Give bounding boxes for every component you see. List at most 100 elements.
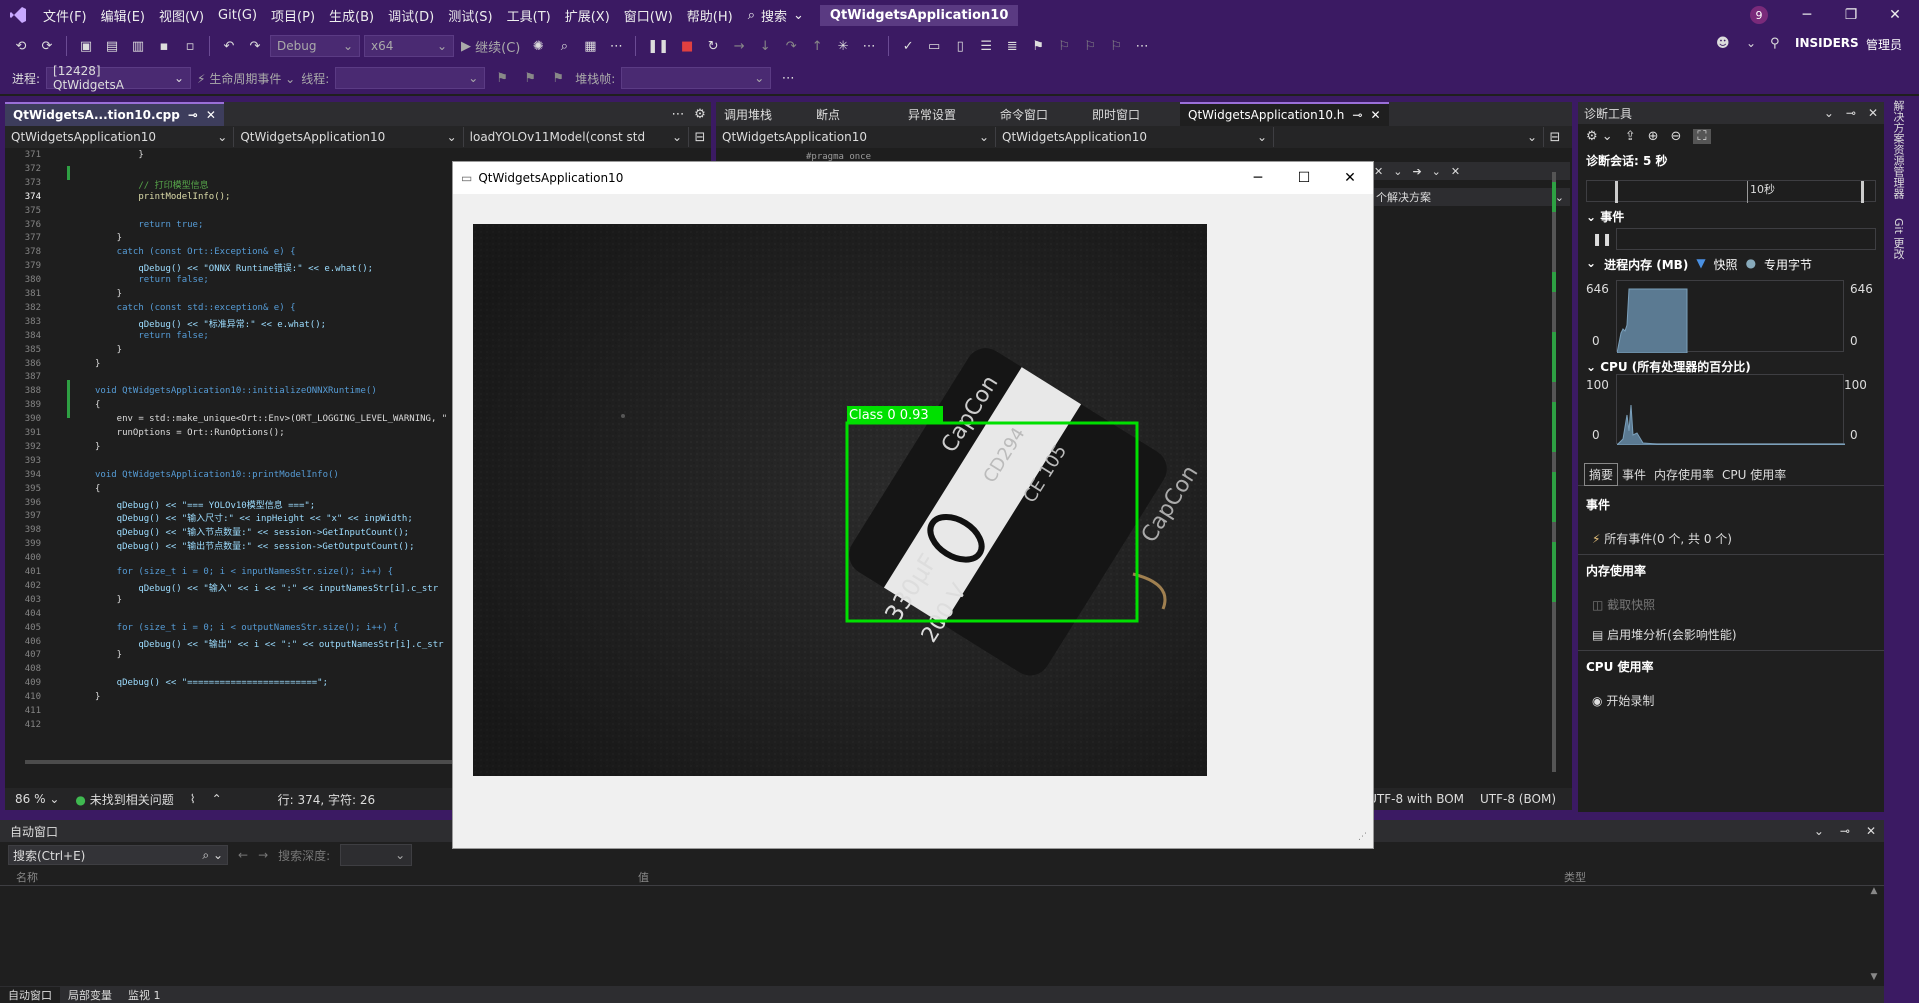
memory-graph[interactable] (1616, 280, 1844, 354)
menu-help[interactable]: 帮助(H) (680, 6, 740, 25)
encoding-label[interactable]: UTF-8 with BOM (1368, 792, 1464, 806)
resize-grip-icon[interactable]: ⋰ (1358, 832, 1367, 842)
column-name[interactable]: 名称 (0, 869, 634, 885)
find-icon[interactable]: ⌕ (553, 34, 575, 58)
process-select[interactable]: [12428] QtWidgetsA ⌄ (46, 64, 192, 92)
share-icon[interactable]: ⚲ (1770, 36, 1780, 51)
search-menu[interactable]: ⌕ 搜索 ⌄ (748, 6, 804, 25)
issues-indicator[interactable]: ● 未找到相关问题 (75, 791, 173, 808)
encoding-detail[interactable]: UTF-8 (BOM) (1480, 792, 1556, 806)
split-icon[interactable]: ⊟ (1544, 125, 1566, 149)
maximize-icon[interactable]: ❐ (1829, 0, 1873, 30)
split-icon[interactable]: ⊟ (689, 125, 711, 149)
git-changes-tab[interactable]: Git 更改 (1890, 218, 1906, 259)
zoom-in-icon[interactable]: ⊕ (1648, 129, 1659, 144)
tab-events[interactable]: 事件 (1618, 464, 1650, 485)
diagnostics-icon[interactable]: ✳ (832, 34, 854, 58)
tab-watch[interactable]: 监视 1 (120, 987, 169, 1003)
chevron-down-icon[interactable]: ⌄ (1814, 824, 1824, 838)
flag-icon[interactable]: ⚑ (491, 66, 513, 90)
menu-extensions[interactable]: 扩展(X) (558, 6, 617, 25)
column-value[interactable]: 值 (634, 869, 1560, 885)
solution-explorer-tab[interactable]: 解决方案资源管理器 (1890, 100, 1906, 199)
events-section[interactable]: ⌄ 事件 (1586, 208, 1624, 225)
platform-select[interactable]: x64 ⌄ (364, 35, 454, 57)
nav-project-select[interactable]: QtWidgetsApplication10 ⌄ (5, 127, 235, 147)
menu-tools[interactable]: 工具(T) (500, 6, 558, 25)
save-icon[interactable]: ▪ (153, 34, 175, 58)
chevron-up-icon[interactable]: ⌃ (212, 792, 222, 806)
column-type[interactable]: 类型 (1560, 869, 1586, 885)
pause-icon[interactable]: ❚❚ (1592, 232, 1612, 246)
forward-icon[interactable]: → (258, 848, 268, 862)
spellcheck-icon[interactable]: ✓ (897, 34, 919, 58)
notification-badge[interactable]: 9 (1750, 6, 1768, 24)
more-icon[interactable]: ⋯ (777, 66, 799, 90)
open-icon[interactable]: ▥ (127, 34, 149, 58)
menu-test[interactable]: 测试(S) (441, 6, 499, 25)
menu-git[interactable]: Git(G) (211, 8, 264, 23)
qt-minimize-icon[interactable]: ─ (1235, 162, 1281, 194)
menu-build[interactable]: 生成(B) (322, 6, 381, 25)
more-icon[interactable]: ⋯ (605, 34, 627, 58)
stop-icon[interactable]: ■ (676, 34, 698, 58)
redo-icon[interactable]: ↷ (244, 34, 266, 58)
uncomment-icon[interactable]: ▯ (949, 34, 971, 58)
chevron-down-icon[interactable]: ⌄ (1393, 165, 1402, 178)
tab-immediate-window[interactable]: 即时窗口 (1084, 102, 1180, 126)
close-icon[interactable]: ✕ (1370, 108, 1380, 122)
undo-icon[interactable]: ↶ (218, 34, 240, 58)
tab-exception-settings[interactable]: 异常设置 (900, 102, 992, 126)
pin-icon[interactable]: ⊸ (1846, 106, 1856, 120)
start-recording-button[interactable]: ◉ 开始录制 (1592, 692, 1654, 709)
tab-cpp-file[interactable]: QtWidgetsA...tion10.cpp ⊸ ✕ (5, 102, 224, 126)
tab-breakpoints[interactable]: 断点 (808, 102, 900, 126)
clear-icon[interactable]: ✕ (1374, 165, 1383, 178)
new-file-icon[interactable]: ▤ (101, 34, 123, 58)
save-all-icon[interactable]: ▫ (179, 34, 201, 58)
threads-icon[interactable]: ⚑ (547, 66, 569, 90)
menu-project[interactable]: 项目(P) (264, 6, 322, 25)
lifecycle-events-button[interactable]: ⚡ 生命周期事件 ⌄ (197, 70, 295, 87)
tab-autos[interactable]: 自动窗口 (0, 986, 60, 1003)
hot-reload-icon[interactable]: ✺ (527, 34, 549, 58)
settings-icon[interactable]: ⚙ (689, 102, 711, 126)
more-icon[interactable]: ⋯ (858, 34, 880, 58)
step-into-icon[interactable]: ↓ (754, 34, 776, 58)
tab-cpu[interactable]: CPU 使用率 (1718, 464, 1790, 485)
more-icon[interactable]: ⋯ (667, 102, 689, 126)
qt-maximize-icon[interactable]: ☐ (1281, 162, 1327, 194)
chevron-down-icon[interactable]: ⌄ (1432, 165, 1441, 178)
indent-icon[interactable]: ☰ (975, 34, 997, 58)
tab-header-file[interactable]: QtWidgetsApplication10.h ⊸ ✕ (1180, 102, 1389, 126)
back-icon[interactable]: ← (238, 848, 248, 862)
step-over-icon[interactable]: ↷ (780, 34, 802, 58)
tab-memory[interactable]: 内存使用率 (1650, 464, 1718, 485)
restart-icon[interactable]: ↻ (702, 34, 724, 58)
menu-file[interactable]: 文件(F) (36, 6, 94, 25)
close-icon[interactable]: ✕ (1451, 165, 1460, 178)
settings-icon[interactable]: ⚙ ⌄ (1586, 129, 1613, 144)
menu-edit[interactable]: 编辑(E) (94, 6, 152, 25)
continue-button[interactable]: ▶ 继续(C) (458, 34, 523, 58)
nav-scope-select[interactable]: QtWidgetsApplication10 ⌄ (234, 127, 464, 147)
cleanup-icon[interactable]: ⌇ (190, 792, 196, 806)
memory-section[interactable]: ⌄ 进程内存 (MB) ▼ 快照 ● 专用字节 (1586, 256, 1812, 273)
pin-icon[interactable]: ⊸ (1352, 108, 1362, 122)
cpu-graph[interactable] (1615, 374, 1846, 446)
more-icon[interactable]: ⋯ (1131, 34, 1153, 58)
nav-scope-select[interactable]: QtWidgetsApplication10 ⌄ (996, 127, 1274, 147)
all-events-link[interactable]: ⚡ 所有事件(0 个, 共 0 个) (1592, 530, 1732, 547)
browser-icon[interactable]: ▦ (579, 34, 601, 58)
tab-locals[interactable]: 局部变量 (60, 987, 120, 1003)
chevron-down-icon[interactable]: ⌄ (1746, 36, 1756, 50)
tab-summary[interactable]: 摘要 (1584, 463, 1619, 486)
step-out-icon[interactable]: ↑ (806, 34, 828, 58)
zoom-select[interactable]: 86 % ⌄ (15, 792, 59, 806)
solution-select[interactable]: 个解决方案 ⌄ (1370, 188, 1570, 206)
menu-view[interactable]: 视图(V) (152, 6, 211, 25)
menu-debug[interactable]: 调试(D) (381, 6, 441, 25)
clear-bookmark-icon[interactable]: ⚐ (1105, 34, 1127, 58)
heap-profiling-button[interactable]: ▤ 启用堆分析(会影响性能) (1592, 626, 1737, 643)
next-bookmark-icon[interactable]: ⚐ (1079, 34, 1101, 58)
